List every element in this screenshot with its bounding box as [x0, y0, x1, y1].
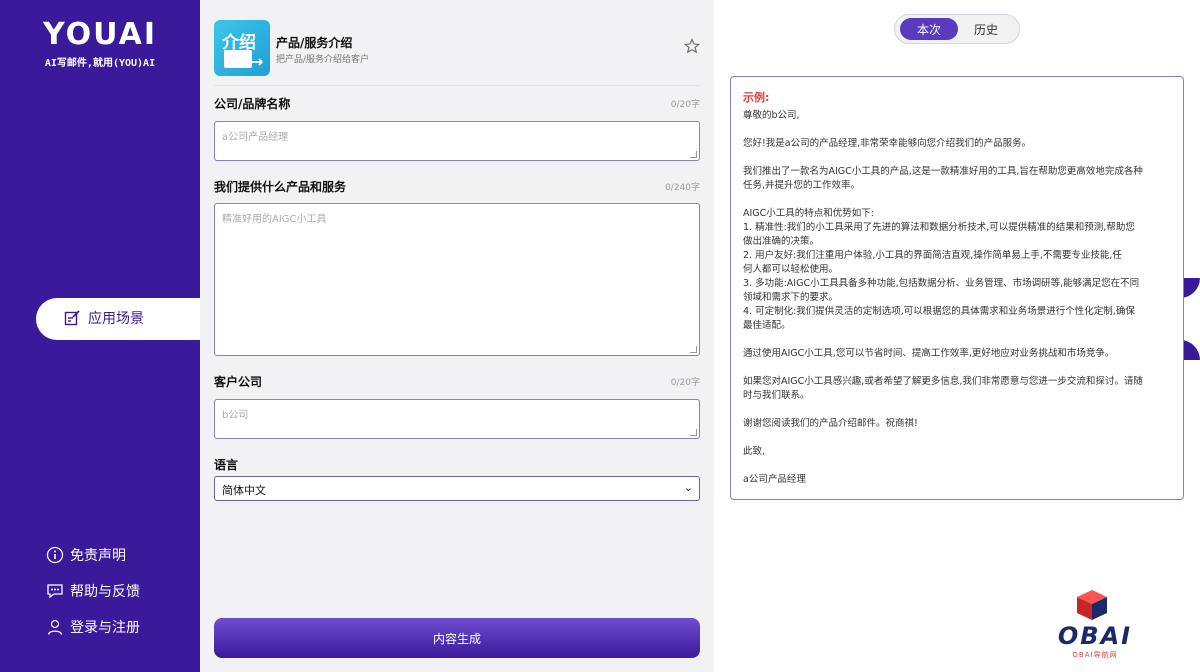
login-register-label: 登录与注册	[70, 620, 140, 636]
sidebar-links: 免责声明 帮助与反馈 登录与注册	[46, 545, 140, 653]
logo[interactable]: YOUAI AI写邮件,就用(YOU)AI	[40, 17, 160, 70]
help-feedback-label: 帮助与反馈	[70, 584, 140, 600]
language-select[interactable]: 简体中文 ⌄	[214, 476, 700, 501]
app-subtitle: 把产品/服务介绍给客户	[276, 55, 370, 65]
star-icon[interactable]	[684, 38, 700, 54]
email-line: 领域和需求下的要求。	[743, 292, 839, 303]
help-feedback-link[interactable]: 帮助与反馈	[46, 581, 140, 601]
app-header: 介绍 → 产品/服务介绍 把产品/服务介绍给客户	[214, 20, 700, 86]
login-register-link[interactable]: 登录与注册	[46, 617, 140, 637]
company-label: 公司/品牌名称	[214, 97, 291, 111]
customer-input[interactable]: b公司	[214, 399, 700, 439]
form-panel: 介绍 → 产品/服务介绍 把产品/服务介绍给客户 公司/品牌名称 0/20字 a…	[200, 0, 714, 672]
result-box: 示例: 尊敬的b公司, 您好!我是a公司的产品经理,非常荣幸能够向您介绍我们的产品…	[730, 76, 1184, 500]
tab-current[interactable]: 本次	[900, 18, 958, 40]
customer-label: 客户公司	[214, 375, 263, 389]
chevron-down-icon: ⌄	[683, 481, 693, 494]
email-line: AIGC小工具的特点和优势如下:	[743, 208, 874, 219]
app-icon: 介绍 →	[214, 20, 270, 76]
watermark-logo: OBAI OBAI导航网	[1048, 588, 1142, 662]
email-line: 做出准确的决策。	[743, 236, 820, 247]
email-line: 我们推出了一款名为AIGC小工具的产品,这是一款精准好用的工具,旨在帮助您更高效…	[743, 166, 1143, 177]
watermark-subtext: OBAI导航网	[1072, 651, 1118, 659]
company-input[interactable]: a公司产品经理	[214, 121, 700, 161]
arrow-right-icon: →	[250, 52, 264, 71]
cube-icon	[1077, 590, 1107, 620]
company-placeholder: a公司产品经理	[222, 132, 289, 143]
email-line: 3. 多功能:AIGC小工具具备多种功能,包括数据分析、业务管理、市场调研等,能…	[743, 278, 1140, 289]
email-line: 时与我们联系。	[743, 390, 810, 401]
tab-history[interactable]: 历史	[957, 18, 1015, 40]
result-tabs: 本次 历史	[894, 14, 1020, 44]
email-line: 2. 用户友好:我们注重用户体验,小工具的界面简洁直观,操作简单易上手,不需要专…	[743, 250, 1122, 261]
example-title: 示例:	[743, 91, 770, 104]
disclaimer-link[interactable]: 免责声明	[46, 545, 140, 565]
product-label: 我们提供什么产品和服务	[214, 180, 347, 194]
envelope-icon	[224, 50, 252, 68]
resize-handle[interactable]	[690, 346, 697, 353]
email-line: 4. 可定制化:我们提供灵活的定制选项,可以根据您的具体需求和业务场景进行个性化…	[743, 306, 1135, 317]
resize-handle[interactable]	[690, 429, 697, 436]
email-line: 何人都可以轻松使用。	[743, 264, 839, 275]
email-line: a公司产品经理	[743, 474, 806, 485]
disclaimer-label: 免责声明	[70, 548, 126, 564]
email-line: 最佳适配。	[743, 320, 791, 331]
customer-count: 0/20字	[670, 378, 700, 388]
logo-text: YOUAI	[43, 17, 157, 52]
nav-item-scenes-content[interactable]: 应用场景	[64, 308, 144, 328]
email-line: 1. 精准性:我们的小工具采用了先进的算法和数据分析技术,可以提供精准的结果和预…	[743, 222, 1135, 233]
watermark-text: OBAI	[1057, 622, 1133, 650]
product-input[interactable]: 精准好用的AIGC小工具	[214, 203, 700, 356]
product-placeholder: 精准好用的AIGC小工具	[222, 214, 327, 225]
email-line: 如果您对AIGC小工具感兴趣,或者希望了解更多信息,我们非常愿意与您进一步交流和…	[743, 376, 1143, 387]
email-body: 尊敬的b公司, 您好!我是a公司的产品经理,非常荣幸能够向您介绍我们的产品服务。我…	[743, 109, 1171, 487]
edit-icon	[64, 310, 80, 326]
language-value: 简体中文	[222, 484, 266, 497]
email-line: 谢谢您阅读我们的产品介绍邮件。祝商祺!	[743, 418, 918, 429]
logo-slogan: AI写邮件,就用(YOU)AI	[44, 58, 156, 69]
info-icon	[46, 546, 64, 564]
nav-item-label: 应用场景	[88, 311, 144, 327]
email-line: 您好!我是a公司的产品经理,非常荣幸能够向您介绍我们的产品服务。	[743, 138, 1032, 149]
resize-handle[interactable]	[690, 151, 697, 158]
email-line: 尊敬的b公司,	[743, 110, 800, 121]
language-label: 语言	[214, 458, 239, 472]
email-line: 此致,	[743, 446, 766, 457]
product-count: 0/240字	[665, 183, 700, 193]
email-line: 任务,并提升您的工作效率。	[743, 180, 861, 191]
customer-placeholder: b公司	[222, 410, 249, 421]
generate-button[interactable]: 内容生成	[214, 618, 700, 658]
user-icon	[47, 619, 63, 635]
email-line: 通过使用AIGC小工具,您可以节省时间、提高工作效率,更好地应对业务挑战和市场竞…	[743, 348, 1115, 359]
chat-icon	[47, 584, 63, 599]
company-count: 0/20字	[670, 100, 700, 110]
app-title: 产品/服务介绍	[276, 36, 353, 50]
